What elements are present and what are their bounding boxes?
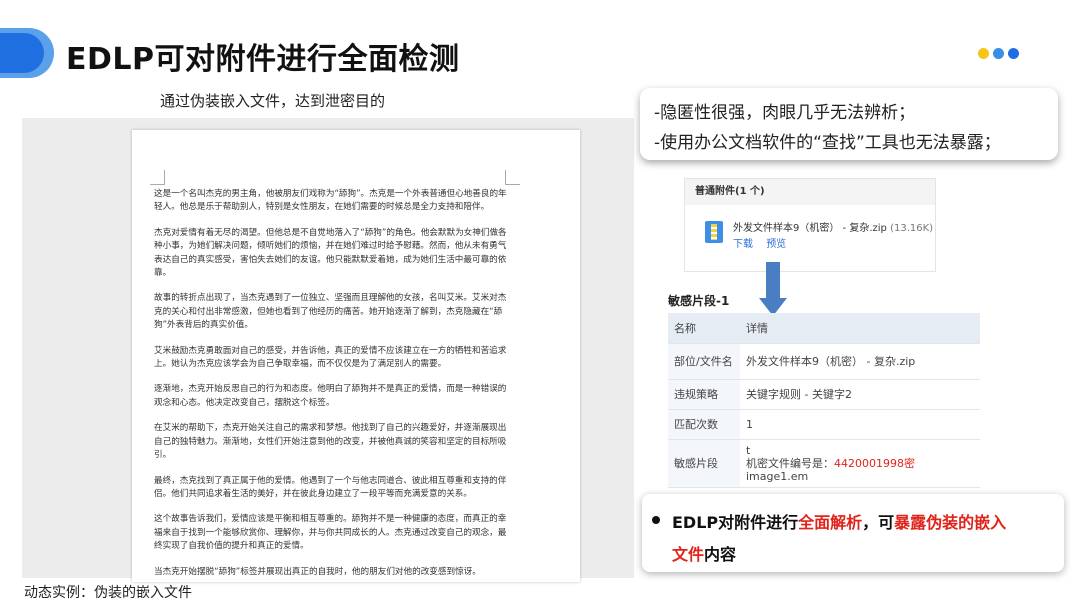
table-key-cell: 敏感片段 <box>668 439 740 488</box>
table-header-row: 名称 详情 <box>668 313 980 344</box>
table-value-cell: 关键字规则 - 关键字2 <box>740 379 980 410</box>
conclusion-line: EDLP对附件进行全面解析，可暴露伪装的嵌入 <box>672 509 1006 533</box>
decor-dot <box>1008 48 1019 59</box>
table-header-cell: 名称 <box>668 313 740 344</box>
attachment-panel: 普通附件(1 个) 外发文件样本9（机密） - 复杂.zip (13.16K) … <box>684 178 936 272</box>
crop-mark <box>505 170 520 185</box>
conclusion-text: EDLP对附件进行 <box>672 513 799 532</box>
table-key-cell: 匹配次数 <box>668 409 740 440</box>
sensitive-fragment-label: 敏感片段-1 <box>668 294 730 308</box>
fragment-highlight: 4420001998密 <box>834 456 915 470</box>
table-value-cell: 外发文件样本9（机密） - 复杂.zip <box>740 343 980 380</box>
doc-paragraph: 逐渐地，杰克开始反思自己的行为和态度。他明白了舔狗并不是真正的爱情，而是一种错误… <box>154 384 507 408</box>
table-value-cell: 1 <box>740 409 980 440</box>
sensitive-details-table: 名称 详情 部位/文件名 外发文件样本9（机密） - 复杂.zip 违规策略 关… <box>668 313 980 488</box>
conclusion-line: 文件内容 <box>672 541 736 565</box>
conclusion-box: EDLP对附件进行全面解析，可暴露伪装的嵌入 文件内容 <box>642 494 1064 572</box>
doc-paragraph: 在艾米的帮助下，杰克开始关注自己的需求和梦想。他找到了自己的兴趣爱好，并逐渐展现… <box>154 423 507 461</box>
document-body: 这是一个名叫杰克的男主角，他被朋友们戏称为“舔狗”。杰克是一个外表普通但心地善良… <box>154 188 510 582</box>
table-key-cell: 部位/文件名 <box>668 343 740 380</box>
attachment-actions: 下载 预览 <box>733 235 796 250</box>
title-accent-pill-inner <box>0 33 44 73</box>
attachment-file: 外发文件样本9（机密） - 复杂.zip (13.16K) <box>733 219 933 234</box>
conclusion-text: ，可 <box>862 513 895 532</box>
bullet-icon <box>652 516 660 524</box>
decor-dot <box>978 48 989 59</box>
doc-paragraph: 故事的转折点出现了，当杰克遇到了一位独立、坚强而且理解他的女孩，名叫艾米。艾米对… <box>154 293 507 331</box>
crop-mark <box>150 170 165 185</box>
doc-paragraph: 艾米鼓励杰克勇敢面对自己的感受，并告诉他，真正的爱情不应该建立在一方的牺牲和苦追… <box>154 345 507 370</box>
example-caption: 动态实例：伪装的嵌入文件 <box>24 585 192 601</box>
table-row: 部位/文件名 外发文件样本9（机密） - 复杂.zip <box>668 343 980 380</box>
conclusion-text: 内容 <box>704 545 737 564</box>
table-value-cell: t 机密文件编号是：4420001998密 image1.em <box>740 439 980 488</box>
doc-paragraph: 杰克对爱情有着无尽的渴望。但他总是不自觉地落入了“舔狗”的角色。他会默默为女神们… <box>154 227 507 279</box>
document-subtitle: 通过伪装嵌入文件，达到泄密目的 <box>160 92 386 110</box>
document-page: 这是一个名叫杰克的男主角，他被朋友们戏称为“舔狗”。杰克是一个外表普通但心地善良… <box>132 130 580 582</box>
doc-paragraph: 当杰克开始摆脱“舔狗”标签并展现出真正的自我时，他的朋友们对他的改变感到惊讶。 <box>154 566 481 577</box>
fragment-line: image1.em <box>746 469 809 483</box>
table-header-cell: 详情 <box>740 313 980 344</box>
table-row: 敏感片段 t 机密文件编号是：4420001998密 image1.em <box>668 439 980 488</box>
callout-line: -隐匿性很强，肉眼几乎无法辨析； <box>654 103 916 123</box>
table-row: 匹配次数 1 <box>668 409 980 440</box>
down-arrow-icon <box>766 262 780 300</box>
doc-paragraph: 最终，杰克找到了真正属于他的爱情。他遇到了一个与他志同道合、彼此相互尊重和支持的… <box>154 475 507 499</box>
conclusion-highlight: 文件 <box>672 545 705 564</box>
preview-link[interactable]: 预览 <box>766 239 786 250</box>
doc-paragraph: 这个故事告诉我们，爱情应该是平衡和相互尊重的。舔狗并不是一种健康的态度，而真正的… <box>154 514 507 552</box>
callout-line: -使用办公文档软件的“查找”工具也无法暴露； <box>654 133 1001 153</box>
attachment-file-size: (13.16K) <box>890 223 934 234</box>
attachment-header: 普通附件(1 个) <box>685 179 935 205</box>
page-title: EDLP可对附件进行全面检测 <box>66 42 460 77</box>
decor-dot <box>993 48 1004 59</box>
fragment-line: t <box>746 443 751 457</box>
conclusion-highlight: 全面解析 <box>798 513 863 532</box>
table-row: 违规策略 关键字规则 - 关键字2 <box>668 379 980 410</box>
fragment-line: 机密文件编号是：4420001998密 <box>746 457 974 470</box>
download-link[interactable]: 下载 <box>733 239 753 250</box>
decor-dots <box>978 48 1019 59</box>
attachment-file-name: 外发文件样本9（机密） - 复杂.zip <box>733 223 887 234</box>
conclusion-highlight: 暴露伪装的嵌入 <box>894 513 1007 532</box>
table-key-cell: 违规策略 <box>668 379 740 410</box>
fragment-prefix: 机密文件编号是： <box>746 456 834 470</box>
zip-file-icon <box>705 221 723 243</box>
doc-paragraph: 这是一个名叫杰克的男主角，他被朋友们戏称为“舔狗”。杰克是一个外表普通但心地善良… <box>154 189 507 213</box>
stealth-callout: -隐匿性很强，肉眼几乎无法辨析； -使用办公文档软件的“查找”工具也无法暴露； <box>640 88 1058 160</box>
